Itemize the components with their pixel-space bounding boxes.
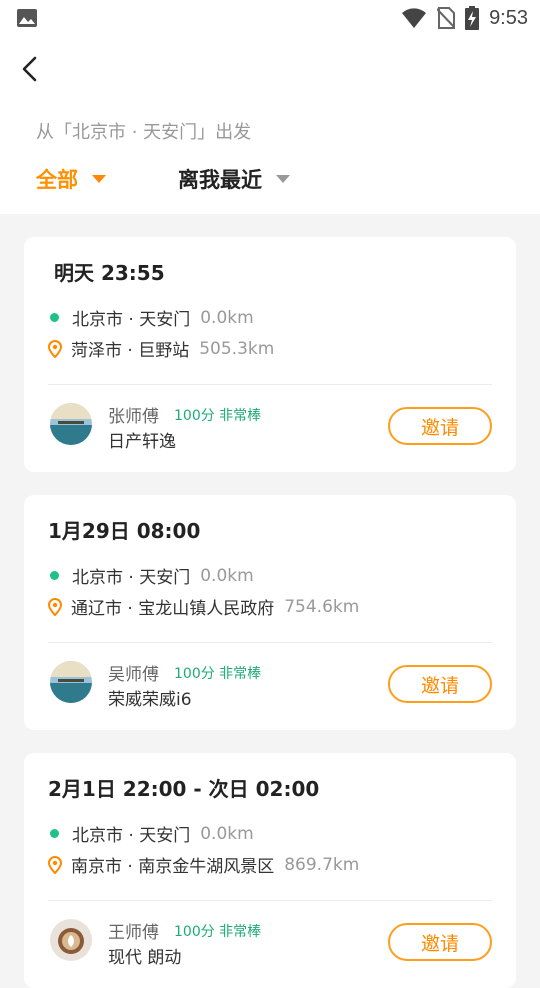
trip-time: 明天 23:55 bbox=[54, 261, 165, 285]
dropdown-triangle-icon bbox=[276, 175, 290, 183]
gallery-notification-icon bbox=[17, 9, 37, 27]
header: 从「北京市 · 天安门」出发 全部 离我最近 bbox=[0, 36, 540, 214]
location-pin-icon bbox=[48, 339, 62, 358]
destination-row: 通辽市 · 宝龙山镇人民政府 754.6km bbox=[48, 594, 359, 619]
origin-label: 北京市 · 天安门 bbox=[72, 310, 191, 330]
destination-label: 通辽市 · 宝龙山镇人民政府 bbox=[71, 599, 275, 619]
origin-label: 北京市 · 天安门 bbox=[72, 568, 191, 588]
origin-dot-icon bbox=[50, 313, 59, 322]
car-model: 日产轩逸 bbox=[108, 432, 176, 452]
avatar bbox=[50, 919, 92, 961]
battery-charging-icon bbox=[465, 6, 480, 30]
driver-name: 王师傅 bbox=[108, 923, 159, 943]
trip-card[interactable]: 明天 23:55 北京市 · 天安门 0.0km 菏泽市 · 巨野站 505.3… bbox=[24, 237, 516, 472]
divider bbox=[48, 642, 492, 643]
sort-nearest-dropdown[interactable]: 离我最近 bbox=[178, 164, 290, 194]
driver-name: 吴师傅 bbox=[108, 665, 159, 685]
trip-time: 2月1日 22:00 - 次日 02:00 bbox=[48, 777, 320, 801]
destination-label: 南京市 · 南京金牛湖风景区 bbox=[71, 857, 275, 877]
avatar bbox=[50, 403, 92, 445]
trip-time: 1月29日 08:00 bbox=[48, 519, 201, 543]
origin-row: 北京市 · 天安门 0.0km bbox=[48, 563, 254, 588]
car-model: 现代 朗动 bbox=[108, 948, 182, 968]
departure-subtitle: 从「北京市 · 天安门」出发 bbox=[36, 122, 252, 143]
dropdown-triangle-icon bbox=[92, 175, 106, 183]
trip-card[interactable]: 2月1日 22:00 - 次日 02:00 北京市 · 天安门 0.0km 南京… bbox=[24, 753, 516, 988]
filter-all-label: 全部 bbox=[36, 168, 78, 192]
driver-rating: 100分 非常棒 bbox=[174, 408, 262, 424]
destination-distance: 754.6km bbox=[284, 596, 360, 617]
origin-dot-icon bbox=[50, 571, 59, 580]
origin-distance: 0.0km bbox=[200, 565, 254, 586]
origin-dot-icon bbox=[50, 829, 59, 838]
destination-distance: 869.7km bbox=[284, 854, 360, 875]
origin-row: 北京市 · 天安门 0.0km bbox=[48, 305, 254, 330]
trip-card[interactable]: 1月29日 08:00 北京市 · 天安门 0.0km 通辽市 · 宝龙山镇人民… bbox=[24, 495, 516, 730]
driver-rating: 100分 非常棒 bbox=[174, 666, 262, 682]
driver-name: 张师傅 bbox=[108, 407, 159, 427]
location-pin-icon bbox=[48, 597, 62, 616]
divider bbox=[48, 900, 492, 901]
filter-all-dropdown[interactable]: 全部 bbox=[36, 164, 106, 194]
destination-row: 南京市 · 南京金牛湖风景区 869.7km bbox=[48, 852, 359, 877]
sort-label: 离我最近 bbox=[178, 168, 262, 192]
no-sim-icon bbox=[437, 7, 456, 29]
invite-button[interactable]: 邀请 bbox=[388, 923, 492, 961]
invite-button[interactable]: 邀请 bbox=[388, 407, 492, 445]
divider bbox=[48, 384, 492, 385]
location-pin-icon bbox=[48, 855, 62, 874]
wifi-icon bbox=[402, 8, 427, 28]
origin-row: 北京市 · 天安门 0.0km bbox=[48, 821, 254, 846]
origin-distance: 0.0km bbox=[200, 823, 254, 844]
status-bar: 9:53 bbox=[0, 0, 540, 36]
invite-button[interactable]: 邀请 bbox=[388, 665, 492, 703]
status-time: 9:53 bbox=[489, 6, 528, 29]
back-arrow-icon[interactable] bbox=[16, 54, 46, 84]
destination-row: 菏泽市 · 巨野站 505.3km bbox=[48, 336, 274, 361]
driver-rating: 100分 非常棒 bbox=[174, 924, 262, 940]
origin-label: 北京市 · 天安门 bbox=[72, 826, 191, 846]
destination-label: 菏泽市 · 巨野站 bbox=[71, 341, 190, 361]
destination-distance: 505.3km bbox=[199, 338, 275, 359]
origin-distance: 0.0km bbox=[200, 307, 254, 328]
car-model: 荣威荣威i6 bbox=[108, 690, 192, 710]
avatar bbox=[50, 661, 92, 703]
